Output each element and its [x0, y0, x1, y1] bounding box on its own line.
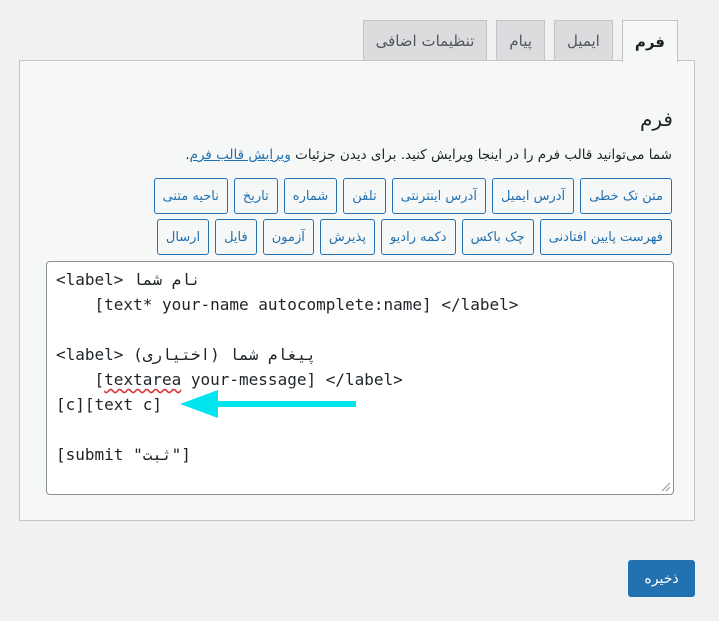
- editor-line: <label> نام شما: [56, 270, 201, 289]
- editor-line: [submit "ثبت"]: [56, 445, 191, 464]
- tag-url-button[interactable]: آدرس اینترنتی: [391, 178, 486, 214]
- panel-description: شما می‌توانید قالب فرم را در اینجا ویرای…: [185, 147, 672, 163]
- editor-line: <label> پیغام شما (اختیاری): [56, 345, 317, 364]
- tag-date-button[interactable]: تاریخ: [233, 178, 278, 214]
- tag-textarea-button[interactable]: ناحیه متنی: [153, 178, 228, 214]
- description-text: شما می‌توانید قالب فرم را در اینجا ویرای…: [290, 147, 672, 163]
- form-panel: فرم شما می‌توانید قالب فرم را در اینجا و…: [19, 60, 695, 521]
- editor-line: [textarea your-message] </label>: [56, 367, 664, 392]
- tab-form[interactable]: فرم: [621, 20, 678, 62]
- form-template-editor[interactable]: <label> نام شما [text* your-name autocom…: [46, 261, 674, 495]
- tag-email-button[interactable]: آدرس ایمیل: [491, 178, 575, 214]
- tag-radio-button[interactable]: دکمه رادیو: [380, 219, 456, 255]
- edit-form-template-link[interactable]: ویرایش قالب فرم: [190, 147, 291, 163]
- editor-line-prefix: [: [56, 370, 105, 389]
- tag-select-button[interactable]: فهرست پایین افتادنی: [539, 219, 672, 255]
- editor-line-suffix: your-message] </label>: [181, 370, 403, 389]
- tag-checkbox-button[interactable]: چک باکس: [461, 219, 534, 255]
- tab-additional-settings[interactable]: تنظیمات اضافی: [362, 20, 488, 61]
- tag-generator-row-1: متن تک خطی آدرس ایمیل آدرس اینترنتی تلفن…: [153, 178, 672, 214]
- tab-email[interactable]: ایمیل: [553, 20, 613, 61]
- tag-tel-button[interactable]: تلفن: [343, 178, 386, 214]
- panel-heading: فرم: [640, 107, 673, 131]
- tag-quiz-button[interactable]: آزمون: [262, 219, 314, 255]
- resize-handle-icon[interactable]: [661, 482, 671, 492]
- save-button[interactable]: ذخیره: [628, 560, 695, 597]
- editor-line: [c][text c]: [56, 395, 162, 414]
- tab-message[interactable]: پیام: [496, 20, 545, 61]
- annotation-arrow-icon: [180, 390, 356, 418]
- editor-tabs: فرم ایمیل پیام تنظیمات اضافی: [362, 20, 678, 62]
- tag-generator-row-2: فهرست پایین افتادنی چک باکس دکمه رادیو پ…: [156, 219, 672, 255]
- spellcheck-word: textarea: [104, 370, 182, 389]
- tag-file-button[interactable]: فایل: [215, 219, 257, 255]
- editor-line: [text* your-name autocomplete:name] </la…: [56, 295, 519, 314]
- tag-number-button[interactable]: شماره: [283, 178, 338, 214]
- tag-acceptance-button[interactable]: پذیرش: [319, 219, 375, 255]
- tag-text-button[interactable]: متن تک خطی: [580, 178, 672, 214]
- tag-submit-button[interactable]: ارسال: [156, 219, 210, 255]
